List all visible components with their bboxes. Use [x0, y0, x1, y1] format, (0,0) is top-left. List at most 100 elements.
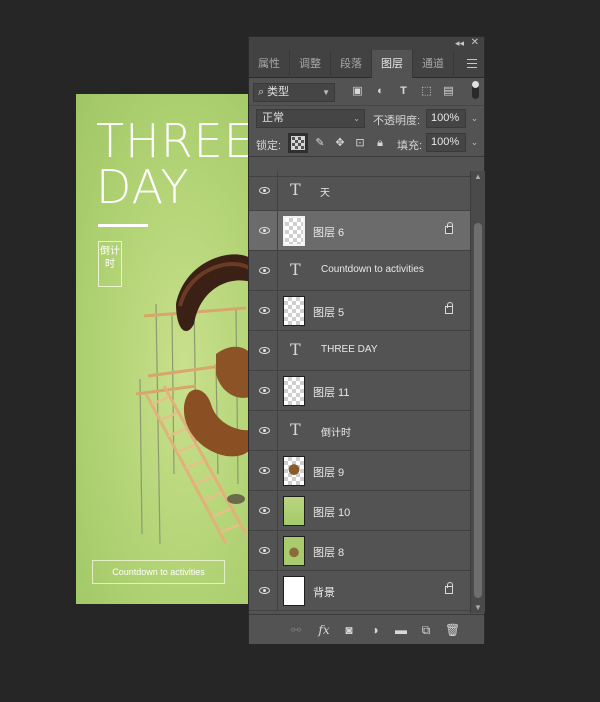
checkerboard-icon: [291, 136, 305, 150]
layer-name: 背景: [313, 587, 335, 599]
eye-icon: [259, 187, 270, 194]
scroll-up-icon[interactable]: ▲: [474, 172, 482, 181]
visibility-toggle[interactable]: [249, 571, 278, 611]
layer-row-selected[interactable]: 图层 6: [249, 211, 470, 251]
tab-paragraph[interactable]: 段落: [331, 50, 372, 78]
tab-channels[interactable]: 通道: [413, 50, 454, 78]
eye-icon: [259, 347, 270, 354]
layer-row[interactable]: T Countdown to activities: [249, 251, 470, 291]
layer-row[interactable]: 图层 9: [249, 451, 470, 491]
layer-thumbnail: [283, 296, 305, 326]
layer-thumbnail: [283, 536, 305, 566]
visibility-toggle[interactable]: [249, 531, 278, 571]
filter-toggle[interactable]: [472, 81, 479, 99]
artboard-icon[interactable]: ⊡: [353, 136, 367, 150]
layer-thumbnail: [283, 496, 305, 526]
visibility-toggle[interactable]: [249, 171, 278, 211]
visibility-toggle[interactable]: [249, 491, 278, 531]
eye-icon: [259, 547, 270, 554]
text-filter-icon[interactable]: T: [397, 85, 410, 98]
tab-layers[interactable]: 图层: [372, 50, 413, 78]
poster-title-line1: THREE: [96, 114, 254, 168]
layers-scrollbar[interactable]: ▲ ▼: [470, 171, 485, 613]
tab-adjustments[interactable]: 调整: [290, 50, 331, 78]
poster-canvas: THREE DAY 倒计时 Countdown to activities: [76, 94, 256, 604]
blend-row: 正常 ⌄ 不透明度: 100% ⌄: [249, 106, 484, 130]
fill-dropdown-icon[interactable]: ⌄: [468, 133, 481, 152]
layer-row-background[interactable]: 背景: [249, 571, 470, 611]
collapse-icon[interactable]: ◂◂: [455, 38, 464, 48]
visibility-toggle[interactable]: [249, 291, 278, 331]
smart-object-filter-icon[interactable]: ▤: [442, 85, 455, 98]
lock-transparent-button[interactable]: [288, 133, 308, 153]
shape-filter-icon[interactable]: ⬚: [420, 85, 433, 98]
brush-icon[interactable]: ✎: [313, 136, 327, 150]
lock-label: 锁定:: [256, 140, 282, 152]
image-filter-icon[interactable]: ▣: [351, 85, 364, 98]
layer-name: 倒计时: [321, 428, 351, 439]
lock-all-icon[interactable]: 🔒︎: [373, 136, 387, 150]
eye-icon: [259, 227, 270, 234]
eye-icon: [259, 587, 270, 594]
opacity-label: 不透明度:: [373, 115, 421, 127]
filter-kind-select[interactable]: ⌕ 类型 ▼: [253, 83, 335, 102]
text-layer-icon: T: [290, 420, 301, 439]
layer-row[interactable]: 图层 5: [249, 291, 470, 331]
eye-icon: [259, 507, 270, 514]
visibility-toggle[interactable]: [249, 211, 278, 251]
chevron-down-icon: ▼: [322, 88, 330, 97]
scrollbar-thumb[interactable]: [474, 223, 482, 598]
poster-divider: [98, 224, 148, 227]
layer-name: 天: [320, 188, 330, 199]
link-icon[interactable]: ⚯: [289, 623, 303, 637]
eye-icon: [259, 307, 270, 314]
search-icon: ⌕: [258, 86, 265, 98]
mask-icon[interactable]: ◙: [342, 623, 356, 637]
layer-row[interactable]: T 倒计时: [249, 411, 470, 451]
eye-icon: [259, 267, 270, 274]
layer-name: 图层 9: [313, 467, 345, 479]
layer-row[interactable]: 图层 10: [249, 491, 470, 531]
text-layer-icon: T: [290, 180, 301, 199]
layer-row[interactable]: T 天: [249, 171, 470, 211]
layer-name: Countdown to activities: [321, 264, 424, 275]
layers-bottom-toolbar: ⚯ fx ◙ ◑ ▬ ⧉ 🗑︎: [249, 614, 484, 644]
poster-title-line2: DAY: [96, 160, 190, 214]
close-icon[interactable]: ✕: [471, 37, 479, 49]
opacity-dropdown-icon[interactable]: ⌄: [468, 109, 481, 128]
fx-icon[interactable]: fx: [317, 623, 331, 637]
new-layer-icon[interactable]: ⧉: [419, 623, 433, 637]
eye-icon: [259, 387, 270, 394]
scroll-down-icon[interactable]: ▼: [474, 603, 482, 612]
folder-icon[interactable]: ▬: [394, 623, 408, 637]
trash-icon[interactable]: 🗑︎: [445, 623, 460, 637]
visibility-toggle[interactable]: [249, 371, 278, 411]
layer-row[interactable]: T THREE DAY: [249, 331, 470, 371]
panel-titlebar[interactable]: ◂◂ ✕: [249, 37, 484, 50]
eye-icon: [259, 467, 270, 474]
visibility-toggle[interactable]: [249, 451, 278, 491]
adjustment-icon[interactable]: ◑: [368, 623, 382, 637]
tab-properties[interactable]: 属性: [249, 50, 290, 78]
layer-name: 图层 10: [313, 507, 351, 519]
layer-filter-row: ⌕ 类型 ▼ ▣ ◐ T ⬚ ▤: [249, 78, 484, 106]
layer-row[interactable]: 图层 8: [249, 531, 470, 571]
move-icon[interactable]: ✥: [333, 136, 347, 150]
layer-thumbnail: [283, 456, 305, 486]
poster-cta-box: Countdown to activities: [92, 560, 225, 584]
layer-name: 图层 5: [313, 307, 345, 319]
chevron-down-icon: ⌄: [353, 114, 360, 123]
visibility-toggle[interactable]: [249, 251, 278, 291]
layer-name: THREE DAY: [321, 344, 378, 355]
blend-mode-select[interactable]: 正常 ⌄: [256, 109, 365, 128]
layer-row[interactable]: 图层 11: [249, 371, 470, 411]
visibility-toggle[interactable]: [249, 331, 278, 371]
opacity-input[interactable]: 100%: [426, 109, 466, 128]
panel-menu-icon[interactable]: [467, 59, 477, 68]
adjustment-filter-icon[interactable]: ◐: [374, 85, 387, 98]
lock-icon: [445, 582, 453, 594]
lock-icon: [445, 222, 453, 234]
fill-input[interactable]: 100%: [426, 133, 466, 152]
eye-icon: [259, 427, 270, 434]
visibility-toggle[interactable]: [249, 411, 278, 451]
